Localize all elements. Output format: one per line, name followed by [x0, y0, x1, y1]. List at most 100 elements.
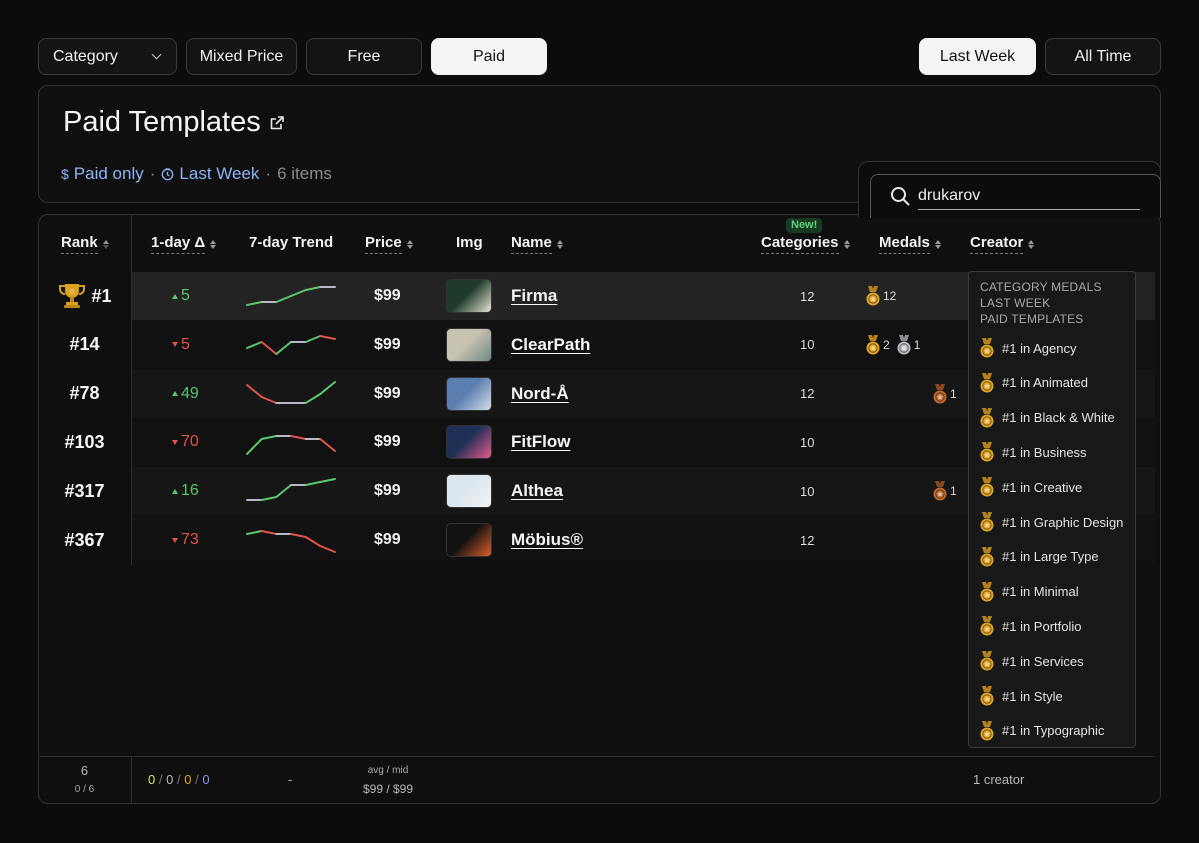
category-medal-item[interactable]: #1 in Minimal	[979, 580, 1079, 604]
col-creator-header[interactable]: Creator	[970, 234, 1035, 254]
category-medal-label: #1 in Black & White	[1002, 410, 1115, 426]
col-rank-header[interactable]: Rank	[61, 234, 109, 254]
rank-cell: #317	[38, 467, 131, 515]
col-categories-header[interactable]: Categories	[761, 234, 850, 254]
filter-paid-button[interactable]: Paid	[431, 38, 547, 75]
rank-value: #1	[91, 285, 112, 306]
col-price-label: Price	[365, 234, 402, 254]
footer-price-label: avg / mid	[367, 765, 409, 776]
trend-cell	[245, 467, 337, 515]
col-img-header: Img	[456, 234, 483, 251]
category-dropdown[interactable]: Category	[38, 38, 177, 75]
gold-medal-icon	[866, 286, 880, 306]
arrow-down-icon	[172, 439, 178, 445]
medals-cell[interactable]: 21	[865, 321, 926, 369]
trend-segment	[260, 496, 278, 502]
template-thumbnail[interactable]	[446, 327, 492, 362]
gold-medal-icon	[980, 442, 994, 462]
template-thumbnail[interactable]	[446, 279, 492, 313]
template-thumbnail[interactable]	[446, 425, 492, 460]
silver-medal-icon	[897, 334, 911, 355]
trend-segment	[260, 530, 278, 535]
footer-delta-value: 0	[148, 772, 156, 787]
category-medal-item[interactable]: #1 in Creative	[979, 475, 1082, 499]
footer-delta-sep: /	[195, 772, 199, 787]
creator-search-input[interactable]	[918, 182, 1140, 210]
category-medal-item[interactable]: #1 in Portfolio	[979, 614, 1082, 638]
medals-cell[interactable]: 12	[865, 272, 902, 320]
category-medal-item[interactable]: #1 in Black & White	[979, 406, 1115, 430]
category-medal-item[interactable]: #1 in Large Type	[979, 545, 1099, 569]
category-medal-item[interactable]: #1 in Business	[979, 440, 1087, 464]
clock-icon	[162, 167, 174, 180]
trend-segment	[319, 478, 336, 484]
category-medal-item[interactable]: #1 in Typographic	[979, 719, 1104, 743]
category-medal-item[interactable]: #1 in Services	[979, 649, 1084, 673]
medal-count: 1	[913, 337, 921, 352]
medals-cell[interactable]: 1	[932, 467, 963, 515]
trend-segment	[290, 435, 307, 441]
trend-segment	[246, 383, 263, 398]
price-cell: $99	[374, 482, 401, 500]
template-thumbnail[interactable]	[446, 523, 492, 557]
col-rank-label: Rank	[61, 234, 98, 254]
footer-count-sub: 0 / 6	[74, 784, 95, 795]
rank-cell: #103	[38, 418, 131, 466]
trend-segment	[246, 301, 263, 306]
popup-heading-line: LAST WEEK	[980, 296, 1051, 310]
col-name-header[interactable]: Name	[511, 234, 563, 254]
filter-free-button[interactable]: Free	[306, 38, 422, 75]
category-medal-label: #1 in Services	[1002, 653, 1084, 669]
categories-count: 12	[800, 288, 815, 304]
separator: ·	[265, 164, 272, 183]
category-medal-item[interactable]: #1 in Agency	[979, 336, 1076, 360]
footer-divider	[38, 756, 1154, 757]
col-medals-header[interactable]: Medals	[879, 234, 941, 254]
arrow-up-icon	[172, 293, 178, 299]
category-medal-item[interactable]: #1 in Style	[979, 684, 1063, 708]
delta-value: 49	[181, 384, 199, 402]
medal-count: 1	[950, 386, 957, 401]
template-name-link[interactable]: ClearPath	[511, 321, 590, 369]
trend-segment	[275, 340, 292, 355]
medals-cell[interactable]: 1	[932, 370, 963, 418]
template-name-link[interactable]: Althea	[511, 467, 563, 515]
paid-only-label: Paid only	[73, 164, 144, 183]
category-medal-item[interactable]: #1 in Graphic Design	[979, 510, 1123, 534]
delta-cell: 5	[172, 321, 190, 369]
medals-popup: CATEGORY MEDALS LAST WEEK PAID TEMPLATES…	[968, 271, 1136, 748]
template-thumbnail[interactable]	[446, 376, 492, 411]
sort-icon	[102, 239, 109, 249]
paid-only-filter[interactable]: $ Paid only	[61, 164, 144, 184]
new-badge: New!	[786, 218, 823, 233]
last-week-filter[interactable]: Last Week	[161, 164, 259, 184]
gold-medal-icon	[980, 512, 994, 532]
template-name-link[interactable]: Möbius®	[511, 516, 583, 564]
trophy-icon	[59, 284, 86, 308]
filter-mixed-price-button[interactable]: Mixed Price	[186, 38, 297, 75]
delta-cell: 5	[172, 272, 190, 320]
delta-cell: 49	[172, 370, 199, 418]
gold-medal-icon	[866, 334, 880, 355]
footer-rank-divider	[131, 756, 132, 804]
template-name-link[interactable]: Nord-Å	[511, 370, 569, 418]
col-delta-header[interactable]: 1-day Δ	[151, 234, 217, 254]
period-last-week-button[interactable]: Last Week	[919, 38, 1036, 75]
dollar-icon: $	[61, 166, 69, 182]
categories-count: 10	[800, 483, 815, 499]
bronze-medal-icon	[933, 383, 947, 404]
period-all-time-button[interactable]: All Time	[1045, 38, 1161, 75]
separator: ·	[149, 164, 156, 183]
trend-sparkline	[246, 478, 336, 502]
category-medal-item[interactable]: #1 in Animated	[979, 371, 1088, 395]
template-name-link[interactable]: FitFlow	[511, 418, 570, 466]
template-thumbnail[interactable]	[446, 474, 492, 509]
gold-medal-icon	[980, 546, 994, 567]
template-name-link[interactable]: Firma	[511, 272, 557, 320]
sort-icon	[210, 239, 217, 249]
external-link-icon[interactable]	[269, 115, 285, 131]
categories-count: 10	[800, 337, 815, 353]
trend-cell	[245, 272, 337, 320]
col-price-header[interactable]: Price	[365, 234, 413, 254]
gold-medal-icon	[980, 407, 994, 428]
